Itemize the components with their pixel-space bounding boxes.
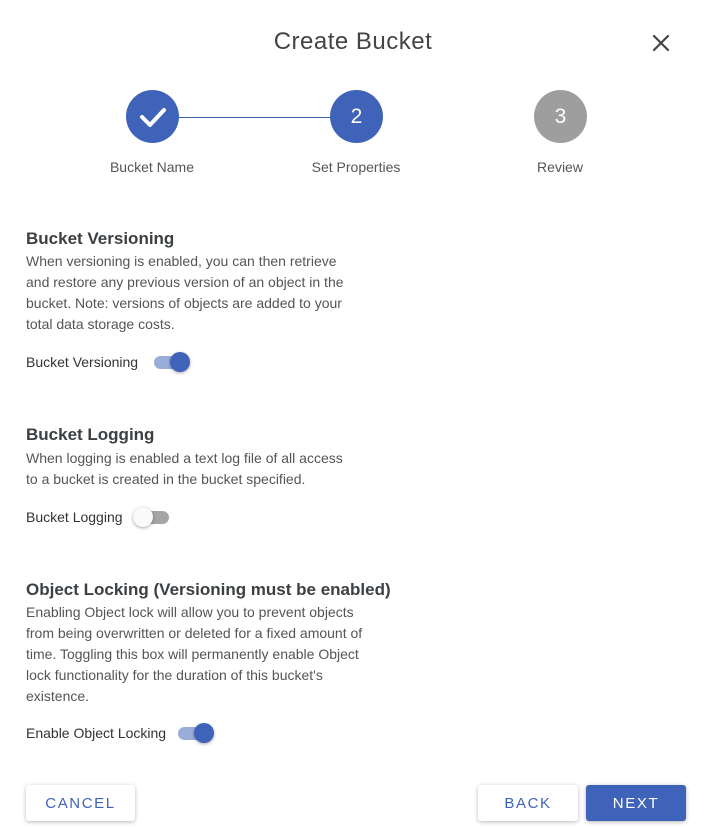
versioning-title: Bucket Versioning <box>26 229 175 248</box>
logging-toggle-label: Bucket Logging <box>26 509 123 525</box>
checkmark-icon <box>139 107 166 127</box>
dialog-title: Create Bucket <box>273 28 433 55</box>
step-1-circle <box>126 90 179 143</box>
versioning-toggle-label: Bucket Versioning <box>26 354 139 370</box>
step-3-number: 3 <box>554 104 567 128</box>
step-2-circle: 2 <box>330 90 383 143</box>
next-button[interactable]: NEXT <box>586 785 686 821</box>
cancel-button[interactable]: CANCEL <box>26 785 135 821</box>
back-button[interactable]: BACK <box>478 785 578 821</box>
locking-toggle-row: Enable Object Locking <box>26 722 215 744</box>
logging-description: When logging is enabled a text log file … <box>26 450 343 487</box>
create-bucket-dialog: Create Bucket 2 3 Bucket Name Set Proper… <box>0 0 706 829</box>
logging-title: Bucket Logging <box>26 425 155 444</box>
stepper-connector <box>178 117 332 118</box>
step-2-label: Set Properties <box>311 159 401 175</box>
versioning-description: When versioning is enabled, you can then… <box>26 253 344 332</box>
step-3-label: Review <box>537 159 583 175</box>
locking-description: Enabling Object lock will allow you to p… <box>26 604 363 704</box>
close-button[interactable] <box>646 28 676 58</box>
locking-title: Object Locking (Versioning must be enabl… <box>26 580 391 599</box>
logging-toggle[interactable] <box>132 506 171 528</box>
close-icon <box>652 34 670 52</box>
step-1-label: Bucket Name <box>109 159 195 175</box>
versioning-toggle[interactable] <box>152 351 191 373</box>
step-3-circle: 3 <box>534 90 587 143</box>
locking-toggle[interactable] <box>176 722 215 744</box>
versioning-toggle-row: Bucket Versioning <box>26 351 191 373</box>
step-2-number: 2 <box>350 104 363 128</box>
logging-toggle-row: Bucket Logging <box>26 506 171 528</box>
locking-toggle-label: Enable Object Locking <box>26 725 167 741</box>
